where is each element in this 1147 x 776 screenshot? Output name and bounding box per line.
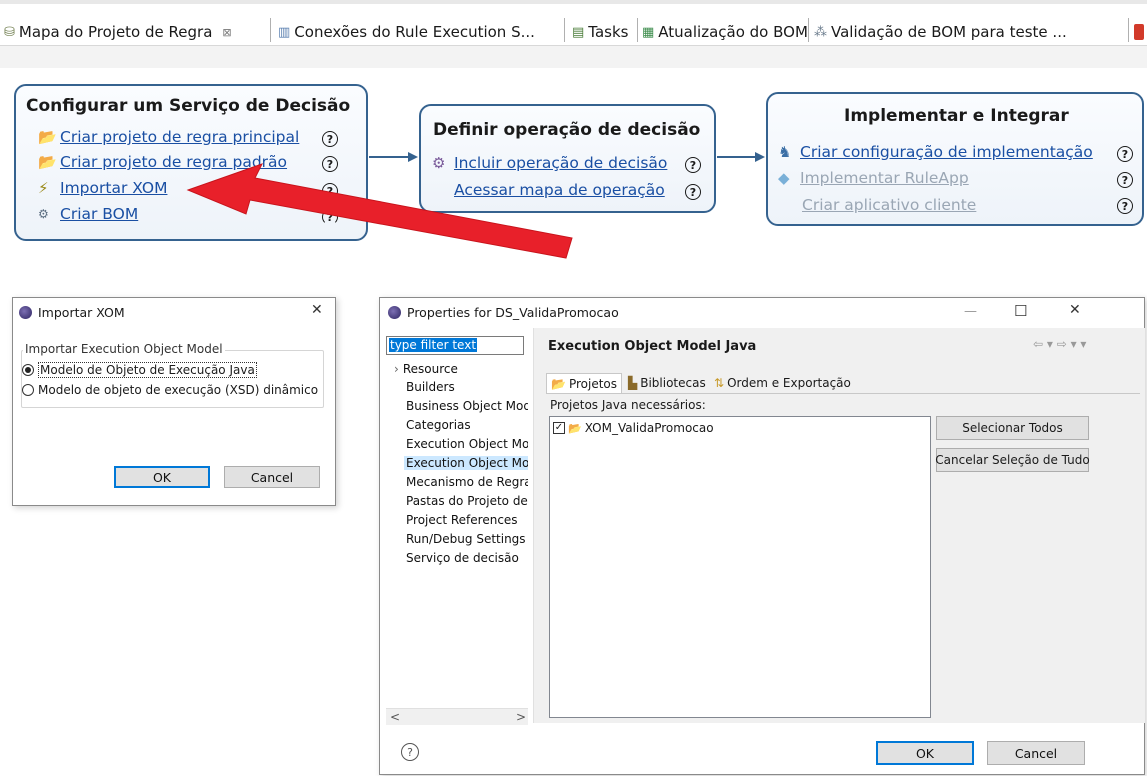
flow-arrow bbox=[369, 152, 765, 162]
eclipse-icon bbox=[388, 306, 401, 319]
import-xom-dialog: Importar XOM ✕ Importar Execution Object… bbox=[12, 297, 336, 506]
required-projects-list[interactable] bbox=[549, 416, 931, 718]
map-connectors bbox=[186, 152, 765, 259]
close-button[interactable]: ✕ bbox=[311, 302, 323, 318]
nav-item-project-references[interactable]: Project References bbox=[406, 513, 518, 527]
page-title: Execution Object Model Java bbox=[548, 339, 757, 354]
group-label: Importar Execution Object Model bbox=[23, 342, 225, 356]
close-button[interactable]: ✕ bbox=[1069, 302, 1081, 318]
maximize-button[interactable]: ☐ bbox=[1014, 302, 1027, 320]
java-xom-radio[interactable]: Modelo de Objeto de Execução Java bbox=[22, 362, 257, 378]
nav-item-categorias[interactable]: Categorias bbox=[406, 418, 471, 432]
dialog-title: Importar XOM bbox=[19, 305, 125, 320]
library-icon: ▙ bbox=[628, 376, 638, 390]
nav-item-business-object-model[interactable]: Business Object Mode bbox=[406, 399, 528, 413]
ok-button[interactable]: OK bbox=[114, 466, 210, 488]
scroll-right-icon[interactable]: > bbox=[516, 710, 526, 724]
dialog-title: Properties for DS_ValidaPromocao bbox=[388, 305, 619, 320]
order-export-icon: ⇅ bbox=[714, 376, 725, 390]
list-label: Projetos Java necessários: bbox=[550, 398, 706, 412]
nav-item-builders[interactable]: Builders bbox=[406, 380, 455, 394]
select-all-button[interactable]: Selecionar Todos bbox=[936, 416, 1089, 440]
filter-input[interactable]: type filter text bbox=[386, 336, 524, 355]
deselect-all-button[interactable]: Cancelar Seleção de Tudo bbox=[935, 448, 1090, 472]
nav-item-run-debug-settings[interactable]: Run/Debug Settings bbox=[406, 532, 526, 546]
import-type-group bbox=[21, 350, 324, 408]
properties-dialog: Properties for DS_ValidaPromocao — ☐ ✕ t… bbox=[379, 297, 1145, 775]
help-icon[interactable]: ? bbox=[401, 743, 419, 761]
java-project-icon: 📂 bbox=[568, 421, 582, 435]
cancel-button[interactable]: Cancel bbox=[987, 741, 1085, 765]
nav-item-pastas-do-projeto[interactable]: Pastas do Projeto de I bbox=[406, 494, 528, 508]
dynamic-xsd-radio[interactable]: Modelo de objeto de execução (XSD) dinâm… bbox=[22, 383, 318, 397]
nav-horizontal-scrollbar[interactable]: < > bbox=[386, 708, 528, 725]
tab-bibliotecas[interactable]: ▙ Bibliotecas bbox=[624, 373, 710, 393]
red-annotation-arrow bbox=[186, 163, 573, 259]
minimize-button[interactable]: — bbox=[964, 304, 977, 319]
history-nav-icons[interactable]: ⇦ ▾ ⇨ ▾ ▾ bbox=[1033, 337, 1086, 351]
tab-divider bbox=[546, 393, 1140, 394]
folder-icon: 📂 bbox=[551, 376, 566, 391]
nav-item-mecanismo-de-regras[interactable]: Mecanismo de Regras bbox=[406, 475, 528, 489]
nav-item-execution-object-model[interactable]: Execution Object Moc bbox=[406, 437, 528, 451]
radio-button[interactable] bbox=[22, 364, 34, 376]
scroll-left-icon[interactable]: < bbox=[390, 710, 400, 724]
checkbox-checked[interactable]: ✓ bbox=[553, 422, 565, 434]
tab-projetos[interactable]: 📂 Projetos bbox=[546, 373, 623, 393]
ok-button[interactable]: OK bbox=[876, 741, 974, 765]
nav-item-resource[interactable]: › Resource bbox=[394, 362, 458, 376]
chevron-right-icon[interactable]: › bbox=[394, 362, 399, 376]
project-checkbox-row[interactable]: ✓ 📂 XOM_ValidaPromocao bbox=[553, 421, 714, 435]
eclipse-icon bbox=[19, 306, 32, 319]
radio-button[interactable] bbox=[22, 384, 34, 396]
nav-item-servico-de-decisao[interactable]: Serviço de decisão bbox=[406, 551, 519, 565]
cancel-button[interactable]: Cancel bbox=[224, 466, 320, 488]
nav-item-execution-object-model-java[interactable]: Execution Object Moc bbox=[404, 456, 528, 470]
tab-ordem-exportacao[interactable]: ⇅ Ordem e Exportação bbox=[710, 373, 855, 393]
